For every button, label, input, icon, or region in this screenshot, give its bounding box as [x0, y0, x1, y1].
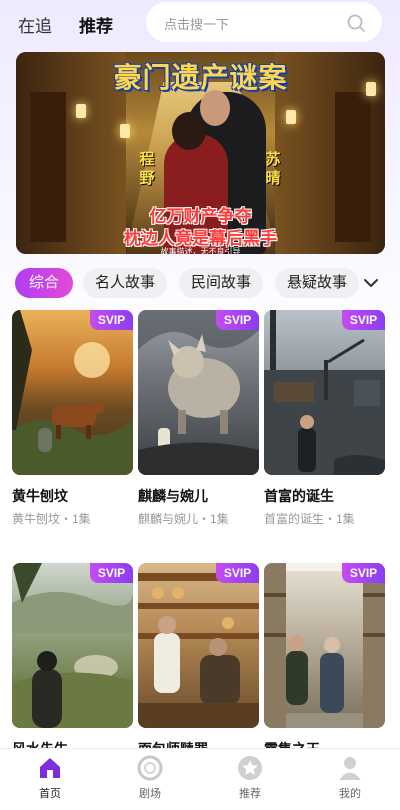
story-cover-image: SVIP — [12, 310, 133, 475]
story-card[interactable]: SVIP 首富的诞生 首富的诞生・1集 — [264, 310, 385, 526]
story-cover-image: SVIP — [138, 563, 259, 728]
category-chip-folk[interactable]: 民间故事 — [179, 268, 263, 298]
story-card[interactable]: SVIP 麒麟与婉儿 麒麟与婉儿・1集 — [138, 310, 259, 526]
banner-name-right: 苏晴 — [265, 151, 281, 187]
story-subtitle: 黄牛刨坟・1集 — [12, 512, 91, 526]
featured-banner[interactable]: 豪门遗产谜案 程野 苏晴 亿万财产争夺 枕边人竟是幕后黑手 故事描述，无不良引导 — [16, 52, 385, 254]
story-card[interactable]: SVIP 面包师赎罪 — [138, 563, 259, 757]
story-card[interactable]: SVIP 黄牛刨坟 黄牛刨坟・1集 — [12, 310, 133, 526]
story-subtitle: 麒麟与婉儿・1集 — [138, 512, 229, 526]
svip-badge: SVIP — [90, 310, 133, 330]
story-card[interactable]: SVIP 风水先生 — [12, 563, 133, 757]
cover-illustration — [138, 573, 259, 728]
banner-lamp — [76, 104, 86, 118]
story-title: 麒麟与婉儿 — [138, 488, 208, 504]
star-icon — [238, 756, 262, 780]
svip-badge: SVIP — [342, 563, 385, 583]
story-subtitle: 首富的诞生・1集 — [264, 512, 355, 526]
banner-name-left: 程野 — [139, 151, 155, 187]
nav-profile[interactable]: 我的 — [320, 755, 380, 801]
svip-badge: SVIP — [90, 563, 133, 583]
story-cover-image: SVIP — [138, 310, 259, 475]
nav-home[interactable]: 首页 — [20, 755, 80, 801]
search-input[interactable]: 点击搜一下 — [146, 2, 382, 42]
svip-badge: SVIP — [216, 310, 259, 330]
cover-illustration — [264, 563, 385, 728]
nav-label: 剧场 — [139, 788, 161, 800]
banner-lamp — [120, 124, 130, 138]
theater-icon — [137, 755, 163, 781]
category-chip-mystery[interactable]: 悬疑故事 — [275, 268, 359, 298]
story-cover-image: SVIP — [264, 310, 385, 475]
svip-badge: SVIP — [342, 310, 385, 330]
nav-theater[interactable]: 剧场 — [120, 755, 180, 801]
story-title: 黄牛刨坟 — [12, 488, 68, 504]
search-icon[interactable] — [346, 13, 366, 33]
cover-illustration — [12, 310, 133, 475]
tab-recommend[interactable]: 推荐 — [79, 12, 113, 37]
search-placeholder: 点击搜一下 — [164, 17, 230, 32]
story-card[interactable]: SVIP 零售之王 — [264, 563, 385, 757]
svip-badge: SVIP — [216, 563, 259, 583]
category-tabs: 综合 名人故事 民间故事 悬疑故事 — [0, 264, 400, 302]
cover-illustration — [138, 310, 259, 475]
banner-disclaimer: 故事描述，无不良引导 — [160, 247, 241, 254]
story-cover-image: SVIP — [12, 563, 133, 728]
category-chip-general[interactable]: 综合 — [15, 268, 73, 298]
home-icon — [40, 758, 60, 778]
bottom-nav: 首页 剧场 推荐 我的 — [0, 748, 400, 810]
banner-title: 豪门遗产谜案 — [113, 62, 288, 93]
category-chip-celebrity[interactable]: 名人故事 — [83, 268, 167, 298]
banner-lamp — [286, 110, 296, 124]
nav-label: 推荐 — [239, 788, 261, 800]
nav-recommend[interactable]: 推荐 — [220, 755, 280, 801]
nav-label: 首页 — [39, 788, 61, 800]
banner-figure-woman-head — [172, 112, 206, 150]
cover-illustration — [12, 563, 133, 728]
top-bar: 在追 推荐 点击搜一下 — [0, 0, 400, 50]
user-icon — [339, 757, 361, 780]
chevron-down-icon[interactable] — [362, 274, 380, 292]
tab-following[interactable]: 在追 — [18, 12, 52, 37]
story-cover-image: SVIP — [264, 563, 385, 728]
nav-label: 我的 — [339, 788, 361, 800]
story-title: 首富的诞生 — [264, 488, 334, 504]
cover-illustration — [264, 310, 385, 475]
